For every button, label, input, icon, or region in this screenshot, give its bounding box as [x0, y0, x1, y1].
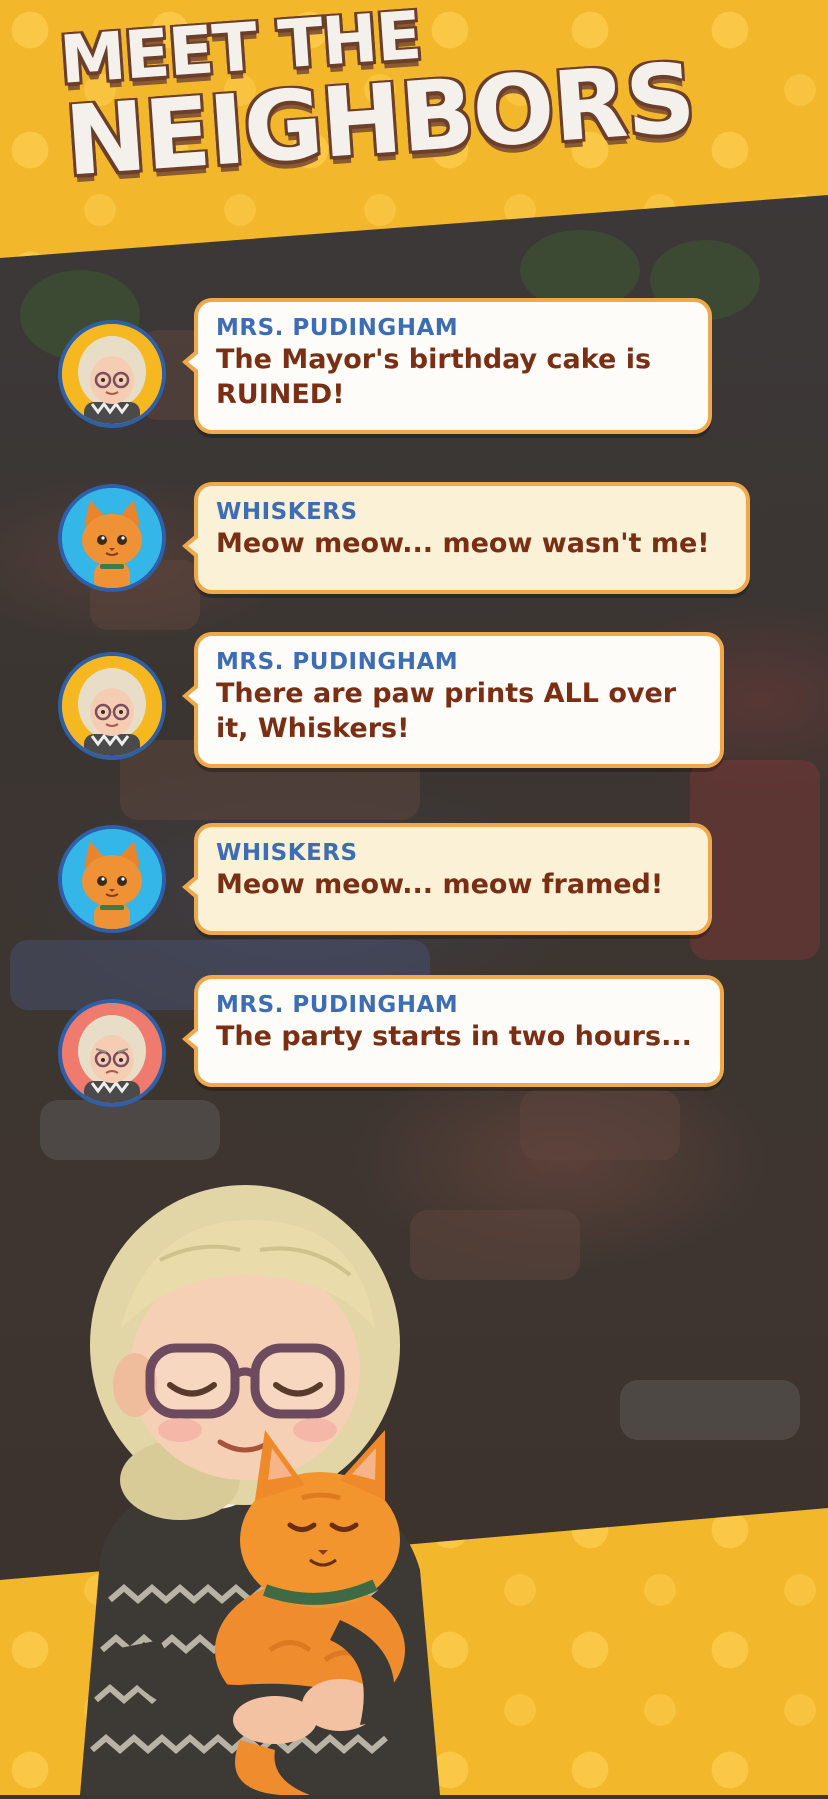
dialogue-message: MRS. PUDINGHAM There are paw prints ALL … — [0, 632, 828, 772]
whiskers-avatar — [58, 484, 166, 592]
speaker-name: WHISKERS — [216, 840, 358, 866]
speaker-name: MRS. PUDINGHAM — [216, 649, 459, 675]
cat-face-icon — [62, 829, 162, 929]
cat-face-icon — [62, 488, 162, 588]
speech-bubble: MRS. PUDINGHAM The party starts in two h… — [182, 975, 724, 1087]
message-text: Meow meow... meow framed! — [216, 869, 664, 900]
mrs-pudingham-avatar — [58, 652, 166, 760]
mrs-pudingham-avatar — [58, 999, 166, 1107]
message-text: Meow meow... meow wasn't me! — [216, 528, 710, 559]
grandma-worried-face-icon — [62, 1003, 162, 1103]
message-text: The Mayor's birthday cake is RUINED! — [216, 344, 652, 410]
page-title: MEET THE NEIGHBORS — [57, 0, 697, 197]
dialogue-message: WHISKERS Meow meow... meow wasn't me! — [0, 482, 828, 622]
grandma-face-icon — [62, 324, 162, 424]
speaker-name: MRS. PUDINGHAM — [216, 315, 459, 341]
message-text: The party starts in two hours... — [216, 1021, 692, 1052]
speaker-name: MRS. PUDINGHAM — [216, 992, 459, 1018]
speech-bubble: WHISKERS Meow meow... meow wasn't me! — [182, 482, 750, 594]
speaker-name: WHISKERS — [216, 499, 358, 525]
dialogue-message: MRS. PUDINGHAM The party starts in two h… — [0, 975, 828, 1115]
grandma-face-icon — [62, 656, 162, 756]
speech-bubble: MRS. PUDINGHAM The Mayor's birthday cake… — [182, 298, 712, 434]
grandma-hugging-cat-icon — [80, 1185, 440, 1795]
dialogue-message: MRS. PUDINGHAM The Mayor's birthday cake… — [0, 298, 828, 438]
speech-bubble: WHISKERS Meow meow... meow framed! — [182, 823, 712, 935]
whiskers-avatar — [58, 825, 166, 933]
dialogue-message: WHISKERS Meow meow... meow framed! — [0, 823, 828, 963]
message-text: There are paw prints ALL over it, Whiske… — [216, 678, 677, 744]
speech-bubble: MRS. PUDINGHAM There are paw prints ALL … — [182, 632, 724, 768]
mrs-pudingham-avatar — [58, 320, 166, 428]
grandma-and-cat-illustration — [40, 1180, 460, 1795]
